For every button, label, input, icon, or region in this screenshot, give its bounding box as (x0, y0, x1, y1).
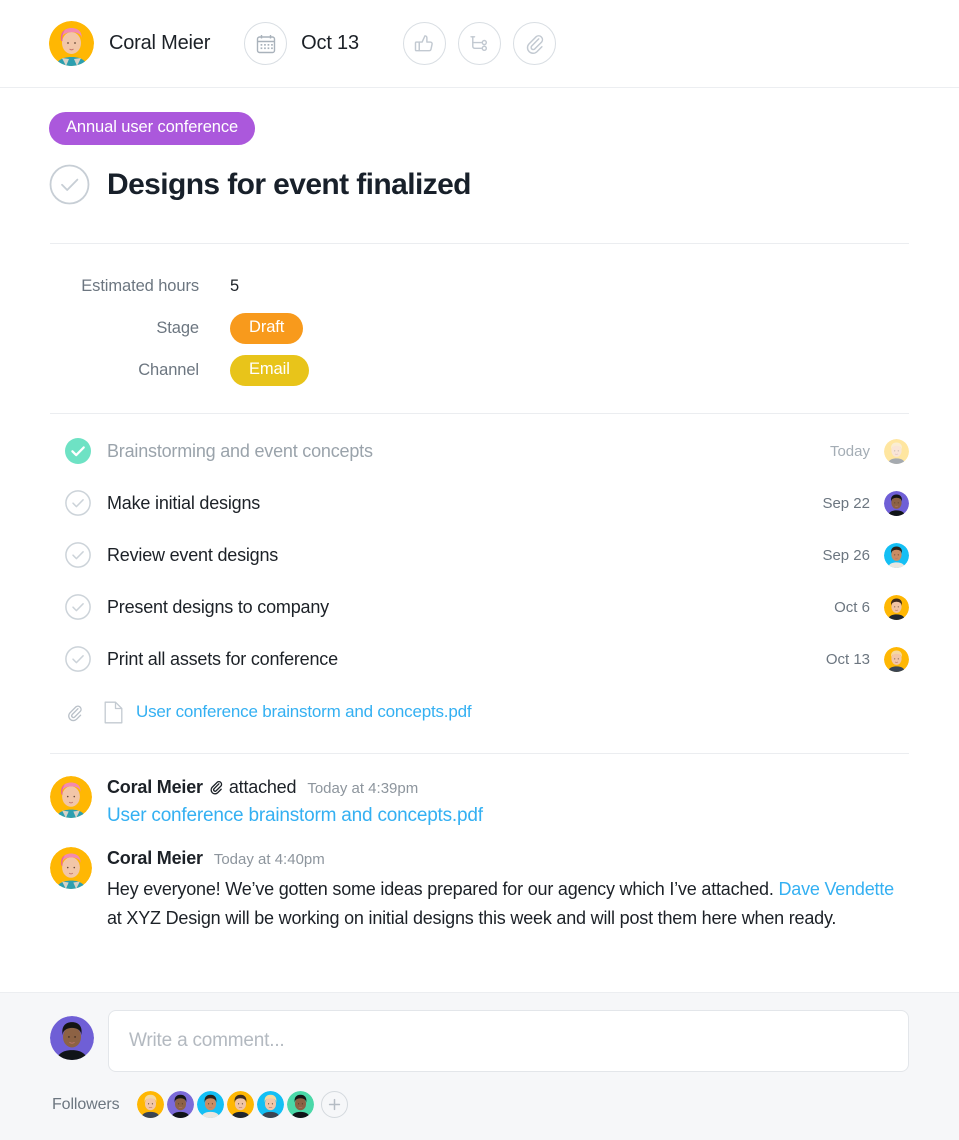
comment-composer: Write a comment... (50, 1010, 909, 1072)
project-tag[interactable]: Annual user conference (49, 112, 256, 145)
feed-item-meta: Coral Meier attached Today at 4:39pm (107, 776, 909, 799)
subtask-row[interactable]: Present designs to company Oct 6 (0, 581, 959, 633)
subtask-title: Review event designs (107, 544, 279, 565)
task-detail-pane: Coral Meier Oct 13 Annual user conferenc… (0, 0, 959, 1140)
field-label: Stage (156, 318, 199, 337)
comment-text-after: at XYZ Design will be working on initial… (107, 907, 837, 928)
feed-timestamp: Today at 4:39pm (307, 780, 419, 797)
feed-item-meta: Coral Meier Today at 4:40pm (107, 847, 909, 870)
task-header: Coral Meier Oct 13 (0, 0, 959, 88)
assignee-name: Coral Meier (109, 32, 211, 54)
calendar-icon[interactable] (244, 22, 288, 65)
attachment-file-name[interactable]: User conference brainstorm and concepts.… (136, 702, 472, 722)
subtask-row[interactable]: Review event designs Sep 26 (0, 529, 959, 581)
followers-row: Followers (50, 1091, 909, 1118)
feed-item-body: Coral Meier attached Today at 4:39pm Use… (107, 776, 909, 827)
feed-item-body: Coral Meier Today at 4:40pm Hey everyone… (107, 847, 909, 933)
paperclip-icon[interactable] (512, 22, 556, 65)
paperclip-icon (208, 779, 224, 795)
activity-feed: Coral Meier attached Today at 4:39pm Use… (0, 754, 959, 933)
comment-input[interactable]: Write a comment... (108, 1010, 909, 1072)
field-row-estimated-hours: Estimated hours 5 (0, 265, 959, 307)
subtask-due-date: Sep 22 (822, 494, 870, 512)
field-label: Estimated hours (81, 276, 199, 295)
follower-avatar[interactable] (226, 1091, 254, 1118)
page-title: Designs for event finalized (107, 167, 471, 201)
plus-icon (328, 1098, 340, 1111)
subtask-assignee-avatar[interactable] (884, 438, 909, 464)
feed-timestamp: Today at 4:40pm (213, 850, 325, 868)
avatar-image (49, 21, 94, 66)
comment-footer: Write a comment... Followers (0, 992, 959, 1140)
task-title-row: Designs for event finalized (0, 145, 959, 205)
feed-verb: attached (228, 777, 297, 797)
subtask-title: Brainstorming and event concepts (107, 440, 373, 461)
follower-avatar[interactable] (136, 1091, 164, 1118)
follower-avatar[interactable] (286, 1091, 314, 1118)
subtask-due-date: Sep 26 (822, 546, 870, 564)
subtask-title: Present designs to company (107, 596, 329, 617)
feed-item-attachment: Coral Meier attached Today at 4:39pm Use… (50, 776, 909, 827)
feed-author: Coral Meier (107, 777, 203, 797)
comment-text: Hey everyone! We’ve gotten some ideas pr… (107, 875, 909, 933)
subtask-due-date: Oct 6 (834, 598, 870, 616)
subtask-assignee-avatar[interactable] (884, 542, 909, 568)
check-circle-filled-icon[interactable] (65, 438, 91, 464)
field-row-stage: Stage Draft (0, 307, 959, 349)
feed-attachment-link[interactable]: User conference brainstorm and concepts.… (107, 805, 909, 827)
channel-badge[interactable]: Email (230, 354, 309, 386)
stage-badge[interactable]: Draft (230, 312, 304, 344)
subtask-list: Brainstorming and event concepts Today Mak… (0, 414, 959, 685)
follower-avatar[interactable] (166, 1091, 194, 1118)
subtask-attachment-row[interactable]: User conference brainstorm and concepts.… (0, 685, 959, 739)
field-row-channel: Channel Email (0, 349, 959, 391)
file-icon (104, 701, 123, 724)
thumbs-up-icon[interactable] (402, 22, 446, 65)
paperclip-icon (65, 703, 84, 722)
check-circle-icon[interactable] (65, 542, 91, 568)
field-value[interactable]: 5 (230, 277, 239, 296)
follower-avatar[interactable] (256, 1091, 284, 1118)
feed-author: Coral Meier (107, 847, 203, 868)
mention-link[interactable]: Dave Vendette (778, 879, 894, 899)
check-circle-icon[interactable] (65, 594, 91, 620)
add-follower-button[interactable] (320, 1091, 348, 1118)
subtask-row[interactable]: Brainstorming and event concepts Today (0, 425, 959, 477)
current-user-avatar[interactable] (50, 1016, 94, 1060)
subtask-assignee-avatar[interactable] (884, 594, 909, 620)
due-date-text: Oct 13 (301, 32, 359, 54)
custom-fields: Estimated hours 5 Stage Draft Channel Em… (0, 244, 959, 413)
check-circle-icon[interactable] (65, 646, 91, 672)
subtask-title: Make initial designs (107, 492, 261, 513)
feed-item-comment: Coral Meier Today at 4:40pm Hey everyone… (50, 846, 909, 933)
comment-text-before: Hey everyone! We’ve gotten some ideas pr… (107, 878, 779, 899)
follower-avatar[interactable] (196, 1091, 224, 1118)
subtask-assignee-avatar[interactable] (884, 646, 909, 672)
comment-placeholder: Write a comment... (129, 1030, 285, 1051)
field-label: Channel (138, 360, 199, 379)
avatar[interactable] (50, 776, 92, 818)
header-actions (402, 22, 556, 65)
subtask-due-date: Oct 13 (825, 650, 870, 668)
check-circle-icon[interactable] (65, 490, 91, 516)
assignee-avatar[interactable] (49, 21, 94, 66)
check-circle-icon[interactable] (49, 164, 90, 205)
followers-label: Followers (52, 1095, 120, 1113)
avatar[interactable] (50, 846, 92, 889)
avatar-image (50, 846, 92, 889)
subtask-row[interactable]: Make initial designs Sep 22 (0, 477, 959, 529)
task-body: Annual user conference Designs for event… (0, 88, 959, 992)
project-tag-row: Annual user conference (0, 88, 959, 145)
subtask-branch-icon[interactable] (457, 22, 501, 65)
follower-list (136, 1091, 314, 1118)
subtask-title: Print all assets for conference (107, 648, 338, 669)
subtask-assignee-avatar[interactable] (884, 490, 909, 516)
subtask-due-date: Today (829, 442, 870, 460)
subtask-row[interactable]: Print all assets for conference Oct 13 (0, 633, 959, 685)
avatar-image (50, 776, 92, 818)
due-date-group[interactable]: Oct 13 (244, 22, 359, 65)
